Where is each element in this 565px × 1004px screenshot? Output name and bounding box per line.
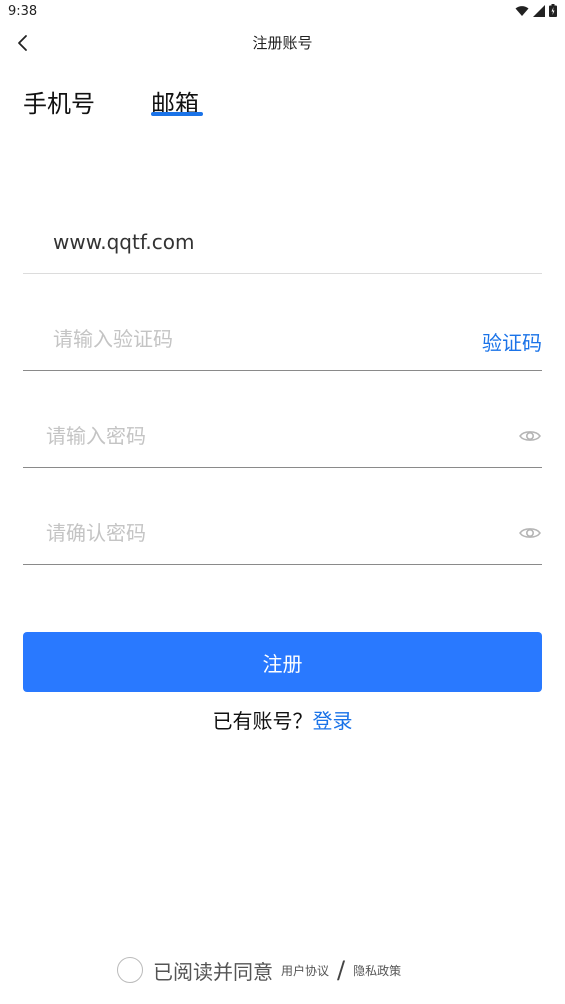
- code-field-row: 验证码: [23, 307, 542, 371]
- agreement-separator: /: [337, 956, 346, 984]
- status-icons: [515, 4, 557, 17]
- divider: [23, 370, 542, 371]
- email-field-row: [23, 210, 542, 274]
- login-link[interactable]: 登录: [313, 709, 353, 733]
- divider: [23, 564, 542, 565]
- eye-icon[interactable]: [518, 521, 542, 545]
- tab-phone[interactable]: 手机号: [23, 84, 95, 119]
- agreement-row: 已阅读并同意 用户协议 / 隐私政策: [117, 956, 401, 984]
- battery-icon: [549, 4, 557, 17]
- get-code-button[interactable]: 验证码: [482, 327, 542, 356]
- page-title: 注册账号: [252, 34, 313, 52]
- privacy-policy-link[interactable]: 隐私政策: [353, 962, 401, 979]
- wifi-icon: [515, 5, 529, 16]
- divider: [23, 273, 542, 274]
- divider: [23, 467, 542, 468]
- active-tab-indicator: [151, 112, 203, 116]
- agree-checkbox[interactable]: [117, 957, 143, 983]
- confirm-password-input[interactable]: [46, 515, 436, 551]
- email-input[interactable]: [53, 224, 443, 260]
- password-field-row: [23, 404, 542, 468]
- title-bar: 注册账号: [0, 26, 565, 60]
- confirm-password-field-row: [23, 501, 542, 565]
- login-prompt: 已有账号？登录: [0, 705, 565, 734]
- register-button[interactable]: 注册: [23, 632, 542, 692]
- eye-icon[interactable]: [518, 424, 542, 448]
- password-input[interactable]: [46, 418, 436, 454]
- user-agreement-link[interactable]: 用户协议: [281, 962, 329, 979]
- status-bar: 9:38: [0, 0, 565, 24]
- status-time: 9:38: [8, 4, 38, 19]
- code-input[interactable]: [53, 321, 443, 357]
- agreement-text: 已阅读并同意: [153, 959, 273, 984]
- login-prompt-text: 已有账号？: [212, 709, 313, 733]
- signal-icon: [533, 4, 545, 17]
